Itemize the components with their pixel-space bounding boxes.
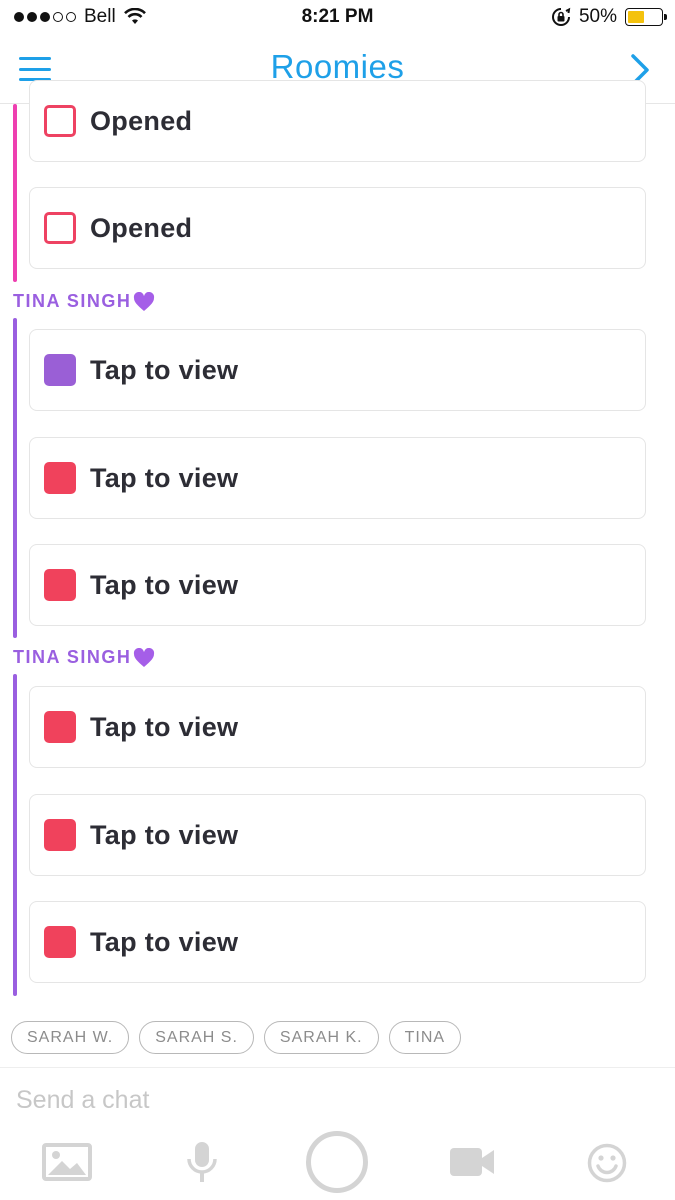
status-bar: Bell 8:21 PM 50% bbox=[0, 0, 675, 36]
snap-message[interactable]: Tap to view bbox=[29, 901, 646, 983]
unopened-snap-icon bbox=[44, 711, 76, 743]
opened-snap-icon bbox=[44, 212, 76, 244]
recipient-chip[interactable]: SARAH W. bbox=[11, 1021, 130, 1054]
snap-message[interactable]: Opened bbox=[29, 80, 646, 162]
recipient-chip[interactable]: TINA bbox=[388, 1021, 462, 1054]
unopened-snap-icon bbox=[44, 926, 76, 958]
unopened-snap-icon bbox=[44, 819, 76, 851]
unopened-snap-icon bbox=[44, 354, 76, 386]
opened-snap-icon bbox=[44, 105, 76, 137]
snap-message[interactable]: Tap to view bbox=[29, 437, 646, 519]
gallery-icon[interactable] bbox=[42, 1143, 92, 1181]
snap-status-label: Opened bbox=[90, 105, 193, 136]
microphone-icon[interactable] bbox=[186, 1141, 218, 1183]
snap-message[interactable]: Tap to view bbox=[29, 794, 646, 876]
recipient-chip[interactable]: SARAH S. bbox=[139, 1021, 254, 1054]
purple-heart-icon bbox=[134, 647, 155, 667]
snap-message[interactable]: Tap to view bbox=[29, 329, 646, 411]
snap-status-label: Tap to view bbox=[90, 926, 239, 957]
snap-message[interactable]: Opened bbox=[29, 187, 646, 269]
smiley-icon[interactable] bbox=[587, 1143, 627, 1183]
battery-icon bbox=[625, 8, 667, 26]
snap-status-label: Tap to view bbox=[90, 819, 239, 850]
snap-status-label: Tap to view bbox=[90, 354, 239, 385]
snap-status-label: Tap to view bbox=[90, 711, 239, 742]
capture-button[interactable] bbox=[306, 1131, 368, 1193]
snap-status-label: Opened bbox=[90, 212, 193, 243]
purple-heart-icon bbox=[134, 291, 155, 311]
snap-status-label: Tap to view bbox=[90, 462, 239, 493]
snap-message[interactable]: Tap to view bbox=[29, 686, 646, 768]
thread-line bbox=[13, 104, 17, 282]
snap-status-label: Tap to view bbox=[90, 569, 239, 600]
unopened-snap-icon bbox=[44, 462, 76, 494]
divider bbox=[0, 1067, 675, 1068]
thread-line bbox=[13, 318, 17, 638]
sender-name: TINA SINGH bbox=[13, 647, 155, 668]
sender-name: TINA SINGH bbox=[13, 291, 155, 312]
battery-percent: 50% bbox=[578, 6, 617, 27]
battery-info: 50% bbox=[551, 6, 667, 28]
video-camera-icon[interactable] bbox=[449, 1147, 495, 1177]
unopened-snap-icon bbox=[44, 569, 76, 601]
orientation-lock-icon bbox=[552, 7, 571, 26]
recipient-chip[interactable]: SARAH K. bbox=[263, 1021, 379, 1054]
snap-message[interactable]: Tap to view bbox=[29, 544, 646, 626]
chat-input[interactable] bbox=[16, 1080, 656, 1120]
thread-line bbox=[13, 674, 17, 996]
recipient-chips: SARAH W. SARAH S. SARAH K. TINA bbox=[11, 1021, 462, 1054]
